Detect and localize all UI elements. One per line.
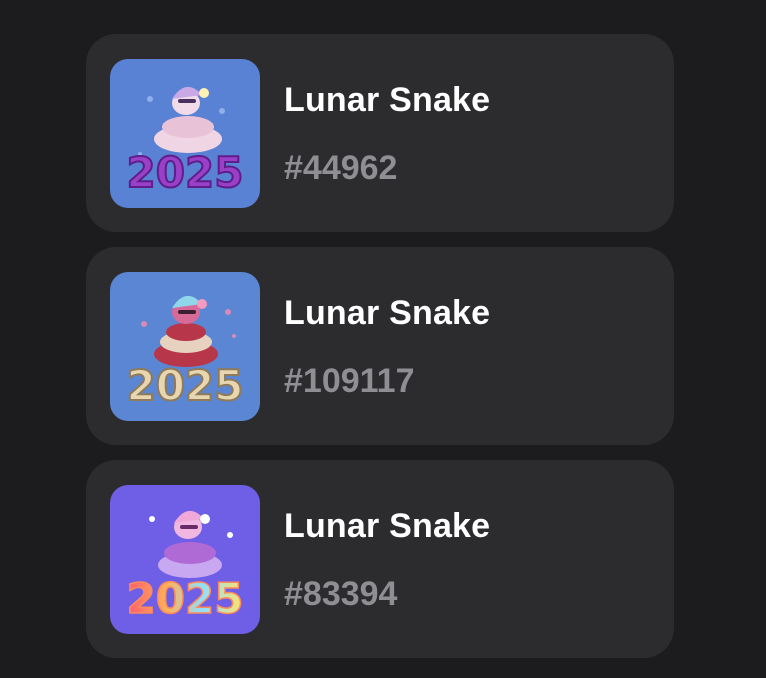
gift-title: Lunar Snake: [284, 294, 491, 332]
gift-number: #83394: [284, 575, 398, 613]
lunar-snake-beige-image: 2025: [110, 272, 260, 421]
svg-text:2025: 2025: [127, 574, 244, 623]
gift-title: Lunar Snake: [284, 507, 491, 545]
gift-card[interactable]: 2025 Lunar Snake #83394: [86, 460, 674, 658]
gift-card[interactable]: 2025 Lunar Snake #44962: [86, 34, 674, 232]
gift-card[interactable]: 2025 Lunar Snake #109117: [86, 247, 674, 445]
svg-text:2025: 2025: [127, 361, 244, 410]
gift-list: 2025 Lunar Snake #44962 2025 Lunar Snake…: [86, 34, 674, 658]
gift-title: Lunar Snake: [284, 81, 491, 119]
lunar-snake-rainbow-image: 2025: [110, 485, 260, 634]
gift-number: #44962: [284, 149, 398, 187]
lunar-snake-purple-image: 2025: [110, 59, 260, 208]
gift-number: #109117: [284, 362, 415, 400]
svg-text:2025: 2025: [127, 148, 244, 197]
